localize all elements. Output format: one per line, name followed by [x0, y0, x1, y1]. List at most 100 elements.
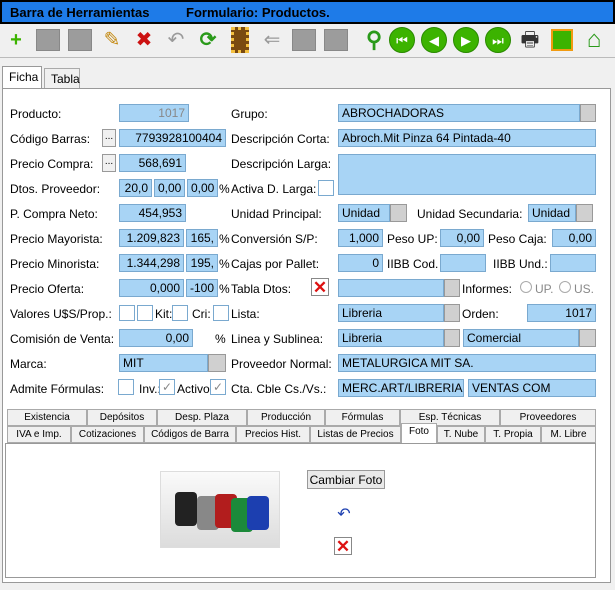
- desc-larga-field[interactable]: [338, 154, 596, 195]
- poferta-pct-field[interactable]: -100: [186, 279, 218, 297]
- pmin-field[interactable]: 1.344,298: [119, 254, 184, 272]
- pmay-pct-field[interactable]: 165,: [186, 229, 218, 247]
- linea-dropdown[interactable]: [444, 329, 460, 347]
- grupo-dropdown[interactable]: [580, 104, 596, 122]
- product-photo: [160, 471, 280, 548]
- film-icon[interactable]: [226, 26, 254, 54]
- prov-field[interactable]: METALURGICA MIT SA.: [338, 354, 596, 372]
- subtab-cotizaciones[interactable]: Cotizaciones: [71, 426, 144, 443]
- subtab-depositos[interactable]: Depósitos: [87, 409, 157, 426]
- tabla-dtos-dropdown[interactable]: [444, 279, 460, 297]
- tab-tabla[interactable]: Tabla: [44, 68, 80, 88]
- activo-checkbox[interactable]: ✓: [210, 379, 226, 395]
- precio-compra-field[interactable]: 568,691: [119, 154, 186, 172]
- marca-dropdown[interactable]: [208, 354, 226, 372]
- gift-icon[interactable]: [548, 26, 576, 54]
- home-icon[interactable]: ⌂: [580, 26, 608, 54]
- subtab-formulas[interactable]: Fórmulas: [325, 409, 400, 426]
- pmin-pct-field[interactable]: 195,: [186, 254, 218, 272]
- subtab-foto[interactable]: Foto: [401, 423, 437, 444]
- unidad-principal-dropdown[interactable]: [390, 204, 407, 222]
- marca-label: Marca:: [10, 357, 47, 371]
- valores-checkbox-2[interactable]: [137, 305, 153, 321]
- tab-ficha[interactable]: Ficha: [2, 66, 42, 88]
- peso-caja-field[interactable]: 0,00: [552, 229, 596, 247]
- subtab-t-nube[interactable]: T. Nube: [437, 426, 485, 443]
- peso-up-field[interactable]: 0,00: [440, 229, 484, 247]
- save-icon[interactable]: [34, 26, 62, 54]
- lista-dropdown[interactable]: [444, 304, 460, 322]
- cta-compras-field[interactable]: MERC.ART/LIBRERIA: [338, 379, 464, 397]
- subtab-proveedores[interactable]: Proveedores: [500, 409, 596, 426]
- precio-compra-ellipsis-button[interactable]: ...: [102, 154, 116, 172]
- activa-checkbox[interactable]: [318, 180, 334, 196]
- delete-save-icon[interactable]: ✖: [130, 26, 158, 54]
- edit-icon[interactable]: ✎: [98, 26, 126, 54]
- producto-field[interactable]: 1017: [119, 104, 189, 122]
- undo-icon[interactable]: ↶: [162, 26, 190, 54]
- up-radio[interactable]: [520, 281, 532, 293]
- kit-checkbox[interactable]: [172, 305, 188, 321]
- add-icon[interactable]: +: [2, 26, 30, 54]
- codigo-field[interactable]: 7793928100404: [119, 129, 226, 147]
- us-radio[interactable]: [559, 281, 571, 293]
- sublinea-dropdown[interactable]: [579, 329, 596, 347]
- unidad-sec-field[interactable]: Unidad: [528, 204, 576, 222]
- first-icon[interactable]: ⏮: [388, 26, 416, 54]
- back-icon[interactable]: ⇐: [258, 26, 286, 54]
- title-bar: Barra de Herramientas Formulario: Produc…: [0, 0, 615, 24]
- dto1-field[interactable]: 20,0: [119, 179, 152, 197]
- desc-corta-field[interactable]: Abroch.Mit Pinza 64 Pintada-40: [338, 129, 596, 147]
- subtab-listas-precios[interactable]: Listas de Precios: [310, 426, 401, 443]
- subtab-existencia[interactable]: Existencia: [7, 409, 87, 426]
- dto3-field[interactable]: 0,00: [187, 179, 218, 197]
- search-icon[interactable]: ⚲: [360, 26, 388, 54]
- cri-checkbox[interactable]: [213, 305, 229, 321]
- cajas-field[interactable]: 0: [338, 254, 383, 272]
- grid2-icon[interactable]: [322, 26, 350, 54]
- inv-checkbox[interactable]: ✓: [159, 379, 175, 395]
- admite-checkbox[interactable]: [118, 379, 134, 395]
- orden-label: Orden:: [462, 307, 499, 321]
- refresh-icon[interactable]: ⟳: [194, 26, 222, 54]
- grupo-field[interactable]: ABROCHADORAS: [338, 104, 580, 122]
- subtab-m-libre[interactable]: M. Libre: [541, 426, 596, 443]
- dto2-field[interactable]: 0,00: [154, 179, 185, 197]
- cta-ventas-field[interactable]: VENTAS COM: [468, 379, 596, 397]
- subtab-desp-plaza[interactable]: Desp. Plaza: [157, 409, 247, 426]
- linea-field[interactable]: Libreria: [338, 329, 444, 347]
- pcn-field[interactable]: 454,953: [119, 204, 186, 222]
- pmay-field[interactable]: 1.209,823: [119, 229, 184, 247]
- next-icon[interactable]: ▶: [452, 26, 480, 54]
- grid-icon[interactable]: [290, 26, 318, 54]
- orden-field[interactable]: 1017: [527, 304, 596, 322]
- valores-checkbox-1[interactable]: [119, 305, 135, 321]
- save-as-icon[interactable]: [66, 26, 94, 54]
- cambiar-foto-button[interactable]: Cambiar Foto: [307, 470, 385, 489]
- poferta-field[interactable]: 0,000: [119, 279, 184, 297]
- iibb-cod-field[interactable]: [440, 254, 486, 272]
- lista-field[interactable]: Libreria: [338, 304, 444, 322]
- unidad-principal-field[interactable]: Unidad: [338, 204, 390, 222]
- codigo-ellipsis-button[interactable]: ...: [102, 129, 116, 147]
- print-icon[interactable]: 🖶: [516, 26, 544, 54]
- tabla-dtos-field[interactable]: [338, 279, 444, 297]
- tabla-dtos-clear-icon[interactable]: ✕: [311, 278, 329, 296]
- iibb-und-field[interactable]: [550, 254, 596, 272]
- undo-photo-icon[interactable]: ↶: [334, 504, 354, 524]
- desc-corta-label: Descripción Corta:: [231, 132, 330, 146]
- sublinea-field[interactable]: Comercial: [463, 329, 579, 347]
- subtab-codigos-barra[interactable]: Códigos de Barra: [144, 426, 236, 443]
- delete-photo-icon[interactable]: ✕: [334, 537, 352, 555]
- subtab-iva[interactable]: IVA e Imp.: [7, 426, 71, 443]
- conv-field[interactable]: 1,000: [338, 229, 383, 247]
- last-icon[interactable]: ⏭: [484, 26, 512, 54]
- prev-icon[interactable]: ◀: [420, 26, 448, 54]
- marca-field[interactable]: MIT: [119, 354, 208, 372]
- subtab-produccion[interactable]: Producción: [247, 409, 325, 426]
- prov-label: Proveedor Normal:: [231, 357, 332, 371]
- subtab-t-propia[interactable]: T. Propia: [485, 426, 541, 443]
- subtab-precios-hist[interactable]: Precios Hist.: [236, 426, 310, 443]
- comision-field[interactable]: 0,00: [119, 329, 193, 347]
- unidad-sec-dropdown[interactable]: [576, 204, 593, 222]
